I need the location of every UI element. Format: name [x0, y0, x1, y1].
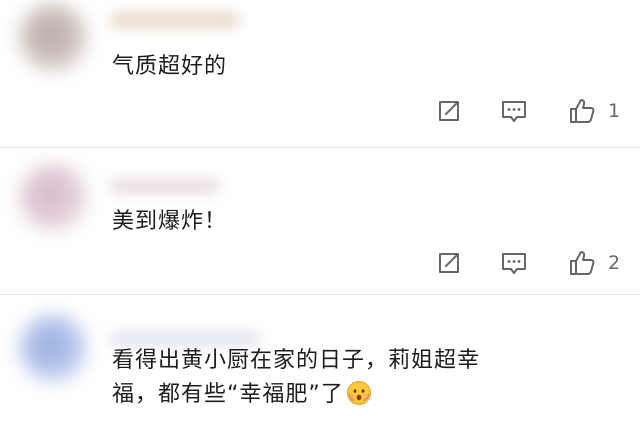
like-count: 2 — [608, 252, 621, 274]
comment-text: 看得出黄小厨在家的日子，莉姐超幸 福，都有些“幸福肥”了 — [112, 344, 612, 412]
comment-item: 气质超好的 1 — [0, 0, 640, 148]
username-blurred[interactable] — [110, 12, 240, 28]
blushing-face-emoji-icon — [346, 381, 371, 405]
avatar[interactable] — [20, 315, 86, 381]
comment-icon[interactable] — [500, 249, 528, 277]
thumbs-up-icon[interactable] — [568, 97, 596, 125]
share-icon[interactable] — [435, 249, 463, 277]
comment-text: 美到爆炸！ — [112, 209, 228, 234]
avatar[interactable] — [20, 4, 86, 70]
comment-text: 气质超好的 — [112, 54, 228, 79]
avatar[interactable] — [20, 164, 86, 230]
comment-item: 看得出黄小厨在家的日子，莉姐超幸 福，都有些“幸福肥”了 — [0, 295, 640, 439]
comment-icon[interactable] — [500, 97, 528, 125]
share-icon[interactable] — [435, 97, 463, 125]
thumbs-up-icon[interactable] — [568, 249, 596, 277]
comment-item: 美到爆炸！ 2 — [0, 148, 640, 295]
comment-text-line: 福，都有些“幸福肥”了 — [112, 382, 344, 407]
comment-list: 气质超好的 1 美到爆炸！ 2 看得出黄小厨在家的日子，莉姐超幸 福，都有些“幸… — [0, 0, 640, 439]
like-count: 1 — [608, 100, 621, 122]
comment-text-line: 看得出黄小厨在家的日子，莉姐超幸 — [112, 348, 481, 373]
username-blurred[interactable] — [110, 178, 220, 194]
